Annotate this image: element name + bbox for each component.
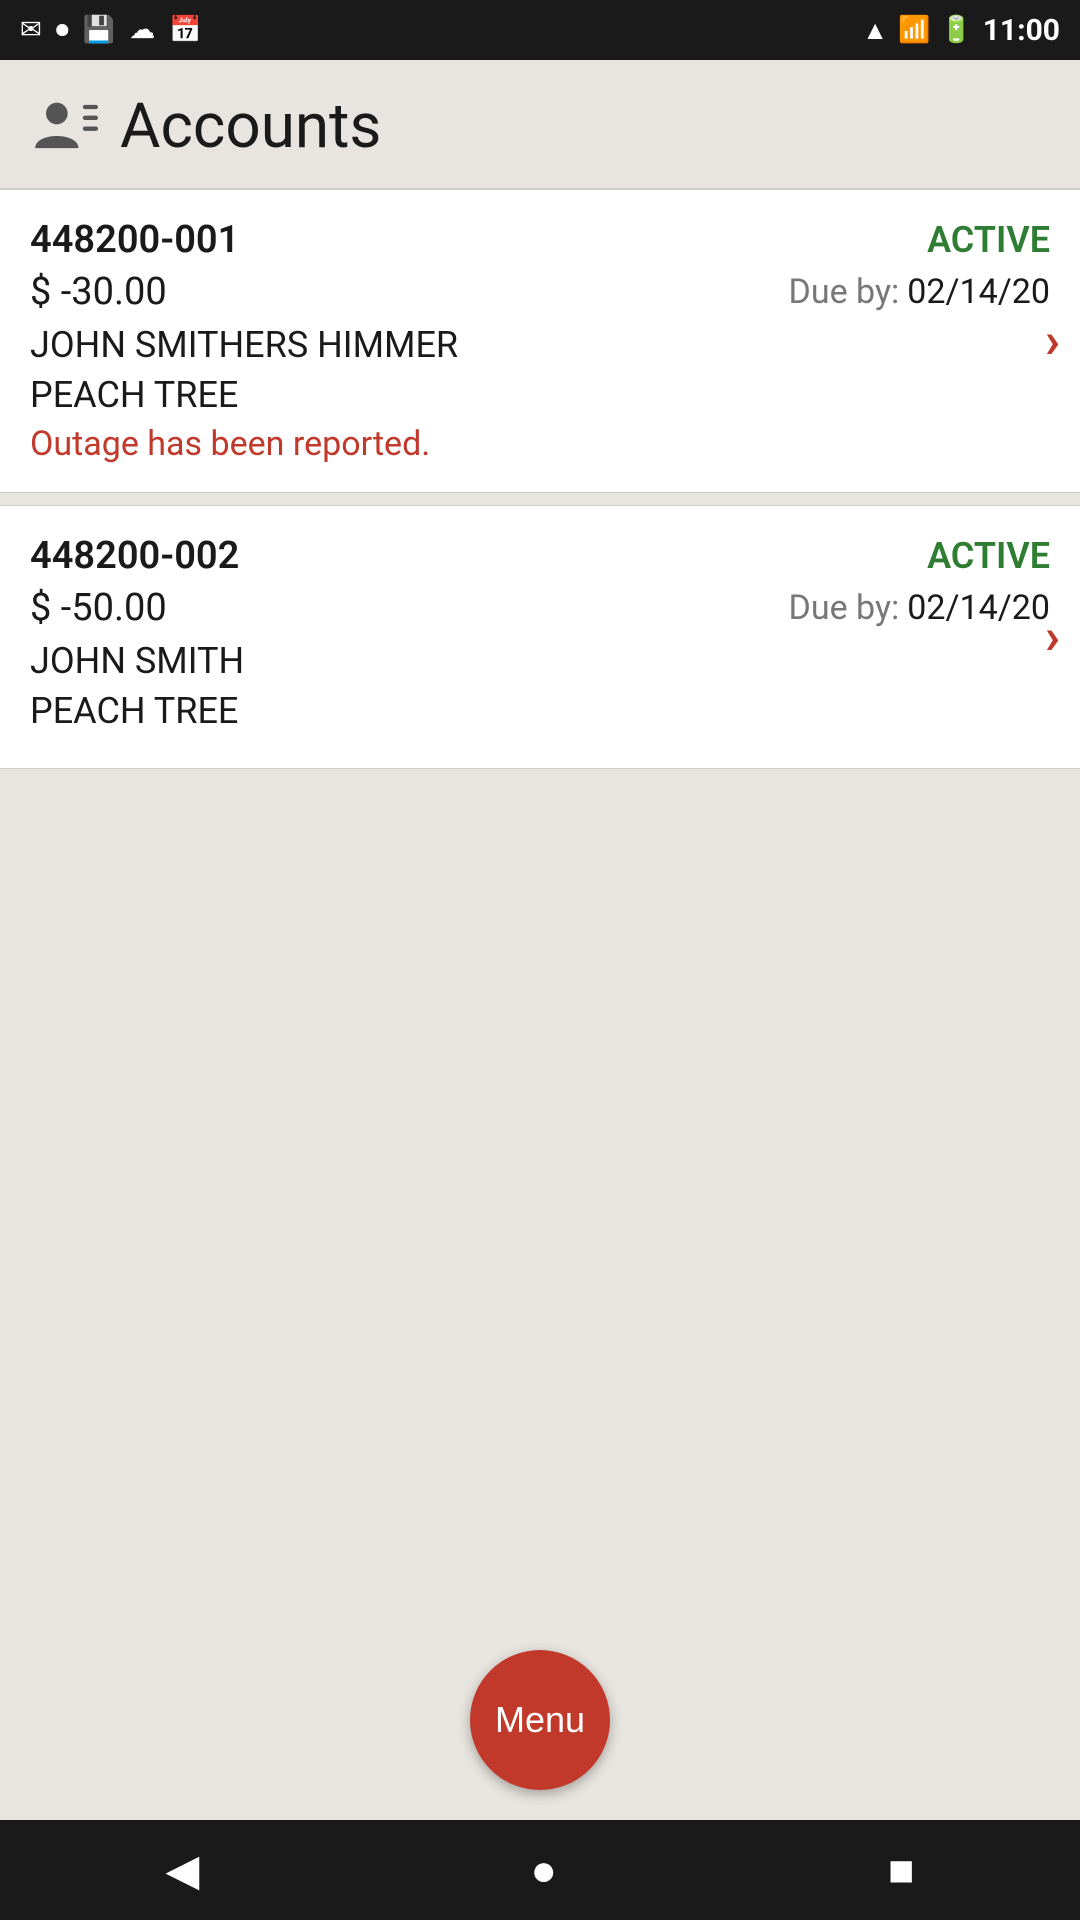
- due-date-2: 02/14/20: [907, 588, 1050, 628]
- chevron-right-icon-1: ›: [1045, 312, 1060, 370]
- account-location-1: PEACH TREE: [30, 374, 1050, 416]
- accounts-list: 448200-001 ACTIVE $ -30.00 Due by: 02/14…: [0, 189, 1080, 769]
- gmail-icon: ✉: [20, 15, 42, 45]
- page-title: Accounts: [120, 90, 381, 163]
- account-location-2: PEACH TREE: [30, 690, 1050, 732]
- status-bar-right: ▲ 📶 🔋 11:00: [862, 13, 1060, 48]
- menu-button[interactable]: Menu: [470, 1650, 610, 1790]
- status-bar: ✉ ⏺ 💾 ☁ 📅 ▲ 📶 🔋 11:00: [0, 0, 1080, 60]
- wifi-icon: ▲: [862, 15, 888, 46]
- header: Accounts: [0, 60, 1080, 189]
- account-number-2: 448200-002: [30, 534, 239, 578]
- record-icon: ⏺: [56, 15, 69, 46]
- account-card-1[interactable]: 448200-001 ACTIVE $ -30.00 Due by: 02/14…: [0, 189, 1080, 493]
- account-balance-1: $ -30.00: [30, 270, 167, 314]
- account-name-1: JOHN SMITHERS HIMMER: [30, 324, 1050, 366]
- account-status-1: ACTIVE: [927, 219, 1050, 261]
- account-due-1: Due by: 02/14/20: [789, 272, 1050, 312]
- signal-icon: 📶: [898, 15, 930, 45]
- due-label-2: Due by:: [789, 588, 900, 628]
- cloud-icon: ☁: [129, 15, 155, 45]
- status-bar-left: ✉ ⏺ 💾 ☁ 📅: [20, 15, 202, 46]
- calendar-icon: 📅: [169, 15, 201, 45]
- battery-icon: 🔋: [940, 15, 972, 45]
- account-outage-1: Outage has been reported.: [30, 424, 1050, 464]
- save-icon: 💾: [83, 15, 115, 45]
- due-date-1: 02/14/20: [907, 272, 1050, 312]
- account-number-1: 448200-001: [30, 218, 239, 262]
- due-label-1: Due by:: [789, 272, 900, 312]
- account-card-2[interactable]: 448200-002 ACTIVE $ -50.00 Due by: 02/14…: [0, 505, 1080, 769]
- status-time: 11:00: [983, 13, 1060, 48]
- account-balance-2: $ -50.00: [30, 586, 167, 630]
- nav-home-button[interactable]: ●: [530, 1844, 557, 1896]
- account-due-2: Due by: 02/14/20: [789, 588, 1050, 628]
- accounts-icon: [30, 97, 100, 157]
- nav-recent-button[interactable]: ■: [888, 1844, 915, 1896]
- nav-bar: ◀ ● ■: [0, 1820, 1080, 1920]
- chevron-right-icon-2: ›: [1045, 608, 1060, 666]
- account-status-2: ACTIVE: [927, 535, 1050, 577]
- account-name-2: JOHN SMITH: [30, 640, 1050, 682]
- nav-back-button[interactable]: ◀: [166, 1844, 200, 1896]
